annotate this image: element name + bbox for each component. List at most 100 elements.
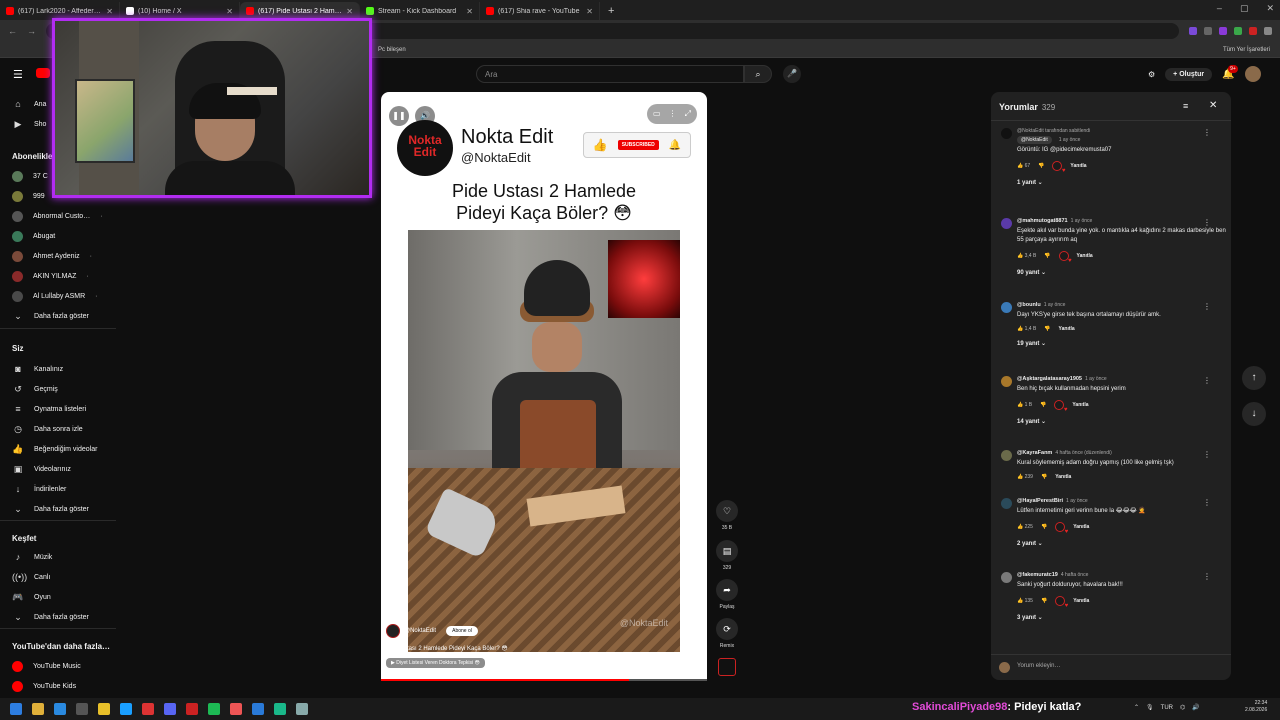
reply-button[interactable]: Yanıtla	[1077, 253, 1093, 259]
more-icon[interactable]: ⋮	[1203, 302, 1211, 311]
dislike-icon[interactable]: 👎	[1044, 253, 1050, 259]
comment-like-button[interactable]: 👍 135	[1017, 598, 1033, 604]
sidebar-item[interactable]: 🎮 Oyun	[12, 591, 50, 603]
sidebar-item[interactable]: AKIN YILMAZ ·	[12, 270, 89, 282]
extension-icon[interactable]	[1219, 27, 1227, 35]
pause-button[interactable]: ❚❚	[389, 106, 409, 126]
comment-like-button[interactable]: 👍 239	[1017, 474, 1033, 480]
dislike-icon[interactable]: 👎	[1041, 474, 1047, 480]
sidebar-item[interactable]: ▣ Videolarınız	[12, 463, 71, 475]
app-icon[interactable]	[274, 703, 286, 715]
sidebar-item[interactable]: ⌄ Daha fazla göster	[12, 503, 89, 515]
avatar[interactable]	[1001, 302, 1012, 313]
comment-input[interactable]: Yorum ekleyin…	[991, 654, 1231, 680]
sort-icon[interactable]: ≡	[1183, 101, 1188, 111]
sidebar-item[interactable]: ⌄ Daha fazla göster	[12, 310, 89, 322]
show-replies-button[interactable]: 19 yanıt ⌄	[1017, 340, 1227, 347]
spotify-icon[interactable]	[208, 703, 220, 715]
comment-author[interactable]: @fakemuratc19	[1017, 572, 1058, 578]
app-icon[interactable]	[230, 703, 242, 715]
share-button[interactable]: ➦ Paylaş	[712, 579, 742, 610]
sidebar-item[interactable]: ((•)) Canlı	[12, 571, 50, 583]
comment-author[interactable]: @HayalPerestBiri	[1017, 498, 1063, 504]
reply-button[interactable]: Yanıtla	[1073, 524, 1089, 530]
reply-button[interactable]: Yanıtla	[1073, 598, 1089, 604]
forward-icon[interactable]: →	[27, 26, 36, 36]
sidebar-item[interactable]: Al Lullaby ASMR ·	[12, 290, 97, 302]
profile-icon[interactable]	[1264, 27, 1272, 35]
more-icon[interactable]: ⋮	[1203, 498, 1211, 507]
bookmark-star-icon[interactable]	[1204, 27, 1212, 35]
tab-close-icon[interactable]: ✕	[106, 7, 113, 16]
sidebar-heading[interactable]: Siz	[12, 344, 24, 353]
show-replies-button[interactable]: 90 yanıt ⌄	[1017, 269, 1227, 276]
dislike-icon[interactable]: 👎	[1038, 163, 1044, 169]
more-icon[interactable]: ⋮	[1203, 376, 1211, 385]
sidebar-item[interactable]: ◙ Kanalınız	[12, 363, 63, 375]
search-button[interactable]: ⌕	[744, 65, 772, 83]
tab-close-icon[interactable]: ✕	[226, 7, 233, 16]
chrome-icon[interactable]	[98, 703, 110, 715]
sidebar-item[interactable]: 999·	[12, 190, 57, 202]
voice-search-button[interactable]: 🎤	[783, 65, 801, 83]
channel-avatar[interactable]	[386, 624, 400, 638]
more-icon[interactable]: ⋮	[669, 109, 677, 119]
comment-author[interactable]: @KayraFanm	[1017, 450, 1052, 456]
shorts-player[interactable]: ❚❚ 🔊 ▭ ⋮ ⤢ Nokta Edit Nokta Edit @NoktaE…	[381, 92, 707, 680]
tab-close-icon[interactable]: ✕	[466, 7, 473, 16]
sidebar-item[interactable]: Abnormal Custo… ·	[12, 210, 103, 222]
comment-like-button[interactable]: 👍 1 B	[1017, 402, 1032, 408]
start-icon[interactable]	[10, 703, 22, 715]
close-icon[interactable]: ✕	[1266, 3, 1274, 14]
sidebar-item[interactable]: ◷ Daha sonra izle	[12, 423, 83, 435]
reply-button[interactable]: Yanıtla	[1072, 402, 1088, 408]
mic-icon[interactable]: 🎙	[1146, 704, 1154, 711]
avatar[interactable]	[1001, 498, 1012, 509]
sidebar-heading[interactable]: YouTube'dan daha fazla…	[12, 642, 110, 651]
reply-button[interactable]: Yanıtla	[1059, 326, 1075, 332]
extension-icon[interactable]	[1234, 27, 1242, 35]
sidebar-item[interactable]: ▶ Sho	[12, 118, 47, 130]
comment-author[interactable]: @mahmutogat8871	[1017, 218, 1068, 224]
captions-icon[interactable]: ▭	[653, 109, 661, 119]
extension-icon[interactable]	[1249, 27, 1257, 35]
browser-tab[interactable]: (617) Shia rave - YouTube ✕	[480, 2, 600, 20]
dislike-icon[interactable]: 👎	[1041, 524, 1047, 530]
comment-like-button[interactable]: 👍 3,4 B	[1017, 253, 1036, 259]
discord-icon[interactable]	[164, 703, 176, 715]
tab-close-icon[interactable]: ✕	[346, 7, 353, 16]
avatar[interactable]	[1001, 450, 1012, 461]
reply-button[interactable]: Yanıtla	[1070, 163, 1086, 169]
back-icon[interactable]: ←	[8, 26, 17, 36]
avatar[interactable]	[1001, 128, 1012, 139]
avatar[interactable]	[1001, 572, 1012, 583]
comment-like-button[interactable]: 👍 1,4 B	[1017, 326, 1036, 332]
sidebar-item[interactable]: 👍 Beğendiğim videolar	[12, 443, 97, 455]
calculator-icon[interactable]	[76, 703, 88, 715]
more-icon[interactable]: ⋮	[1203, 218, 1211, 227]
menu-icon[interactable]: ☰	[13, 68, 23, 81]
volume-icon[interactable]: 🔊	[1192, 704, 1199, 711]
opera-icon[interactable]	[186, 703, 198, 715]
like-button[interactable]: ♡ 35 B	[712, 500, 742, 531]
cast-icon[interactable]: ⚙	[1148, 70, 1155, 79]
folder-icon[interactable]	[32, 703, 44, 715]
maximize-icon[interactable]: ▢	[1240, 3, 1249, 14]
related-playlist[interactable]: ▶ Diyet Listesi Veren Doktora Tepkisi 😳	[386, 658, 485, 668]
more-icon[interactable]: ⋮	[1203, 572, 1211, 581]
comments-button[interactable]: ▤ 329	[712, 540, 742, 571]
sidebar-item[interactable]: ⌂ Ana	[12, 98, 46, 110]
new-tab-button[interactable]: +	[608, 5, 614, 20]
remix-button[interactable]: ⟳ Remix	[712, 618, 742, 649]
bookmark-item[interactable]: Pc bileşen	[378, 47, 406, 53]
sidebar-item[interactable]: ↺ Geçmiş	[12, 383, 58, 395]
comment-like-button[interactable]: 👍 67	[1017, 163, 1030, 169]
sidebar-item[interactable]: ≡ Oynatma listeleri	[12, 403, 86, 415]
channel-name[interactable]: @NoktaEdit	[404, 628, 436, 634]
youtube-logo[interactable]	[36, 68, 50, 78]
avatar[interactable]	[1001, 376, 1012, 387]
show-replies-button[interactable]: 14 yanıt ⌄	[1017, 418, 1227, 425]
video-frame[interactable]: @NoktaEdit	[408, 230, 680, 652]
notifications-button[interactable]: 🔔 9+	[1222, 64, 1238, 80]
next-short-button[interactable]: ↓	[1242, 402, 1266, 426]
